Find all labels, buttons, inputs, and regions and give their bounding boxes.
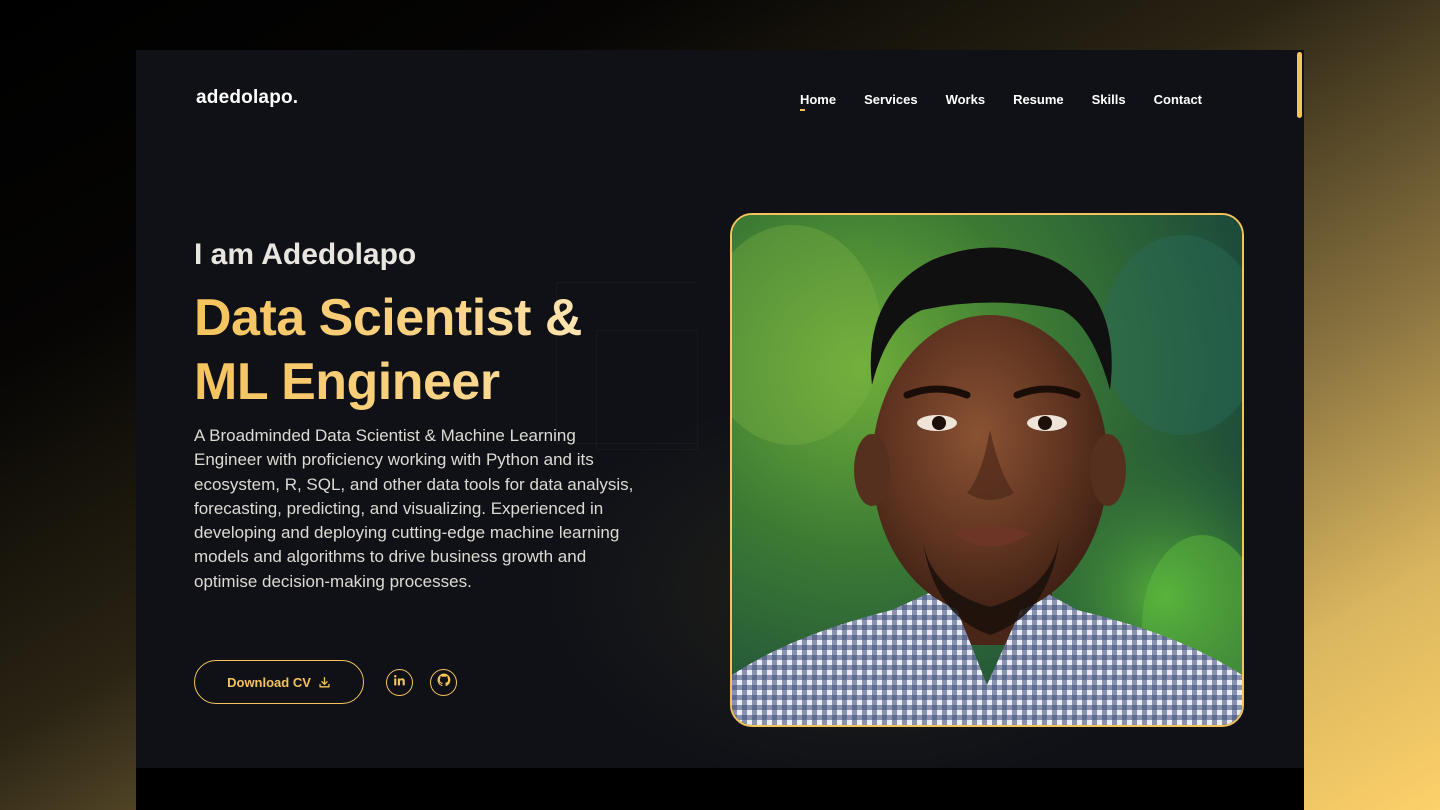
linkedin-icon	[393, 674, 406, 692]
download-cv-button[interactable]: Download CV	[194, 660, 364, 704]
main-nav: Home Services Works Resume Skills Contac…	[799, 92, 1202, 111]
hero-title: Data Scientist & ML Engineer	[194, 286, 582, 414]
nav-item-resume[interactable]: Resume	[1013, 92, 1064, 107]
linkedin-link[interactable]	[386, 669, 413, 696]
next-section-band	[136, 768, 1304, 810]
portfolio-window: adedolapo. Home Services Works Resume Sk…	[136, 50, 1304, 810]
profile-photo	[730, 213, 1244, 727]
hero-description: A Broadminded Data Scientist & Machine L…	[194, 426, 634, 591]
download-icon	[318, 676, 331, 689]
nav-item-skills[interactable]: Skills	[1092, 92, 1126, 107]
download-cv-label: Download CV	[227, 674, 311, 690]
github-icon	[437, 673, 451, 692]
github-link[interactable]	[430, 669, 457, 696]
nav-item-home[interactable]: Home	[799, 92, 836, 111]
nav-item-works[interactable]: Works	[946, 92, 986, 107]
scrollbar-thumb[interactable]	[1297, 52, 1302, 118]
nav-item-contact[interactable]: Contact	[1154, 92, 1202, 107]
hero-title-line-2: ML Engineer	[194, 353, 500, 411]
hero-greeting: I am Adedolapo	[194, 238, 417, 271]
site-logo[interactable]: adedolapo.	[196, 87, 298, 109]
nav-item-services[interactable]: Services	[864, 92, 918, 107]
hero-title-line-1: Data Scientist &	[194, 289, 582, 347]
